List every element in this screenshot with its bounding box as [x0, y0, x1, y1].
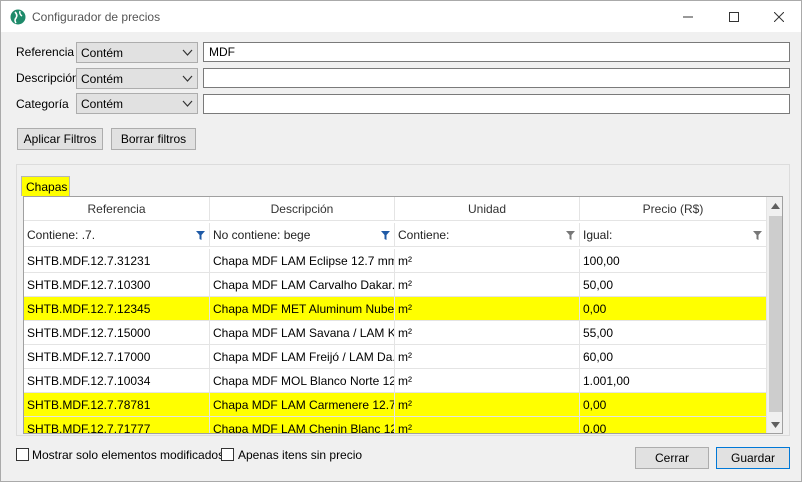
show-modified-only-checkbox[interactable] [16, 448, 29, 461]
cell-precio[interactable]: 100,00 [580, 249, 766, 272]
cell-precio[interactable]: 0,00 [580, 417, 766, 433]
scroll-down-arrow-icon [771, 421, 780, 428]
column-filter-unidad[interactable]: Contiene: [395, 223, 580, 246]
cell-descripcion[interactable]: Chapa MDF LAM Carmenere 12.7... [210, 393, 395, 416]
cell-precio[interactable]: 0,00 [580, 297, 766, 320]
cell-precio[interactable]: 0,00 [580, 393, 766, 416]
maximize-icon [729, 11, 739, 22]
cell-descripcion[interactable]: Chapa MDF LAM Chenin Blanc 12... [210, 417, 395, 433]
filter-operator-descripcion[interactable]: Contém [76, 68, 198, 89]
cell-referencia[interactable]: SHTB.MDF.12.7.31231 [24, 249, 210, 272]
cell-referencia[interactable]: SHTB.MDF.12.7.10034 [24, 369, 210, 392]
column-filter-referencia[interactable]: Contiene: .7. [24, 223, 210, 246]
table-row[interactable]: SHTB.MDF.12.7.17000 Chapa MDF LAM Freijó … [24, 345, 766, 369]
table-row[interactable]: SHTB.MDF.12.7.71777 Chapa MDF LAM Chenin … [24, 417, 766, 433]
cell-unidad[interactable]: m² [395, 417, 580, 433]
chevron-down-icon [182, 75, 193, 82]
grid-header-row: Referencia Descripción Unidad Precio (R$… [24, 197, 766, 221]
table-row[interactable]: SHTB.MDF.12.7.15000 Chapa MDF LAM Savana … [24, 321, 766, 345]
cell-unidad[interactable]: m² [395, 273, 580, 296]
cell-referencia[interactable]: SHTB.MDF.12.7.10300 [24, 273, 210, 296]
column-filter-descripcion[interactable]: No contiene: bege [210, 223, 395, 246]
cell-precio[interactable]: 55,00 [580, 321, 766, 344]
cell-referencia[interactable]: SHTB.MDF.12.7.78781 [24, 393, 210, 416]
table-row[interactable]: SHTB.MDF.12.7.78781 Chapa MDF LAM Carmene… [24, 393, 766, 417]
price-grid: Referencia Descripción Unidad Precio (R$… [23, 196, 783, 434]
cell-referencia[interactable]: SHTB.MDF.12.7.15000 [24, 321, 210, 344]
tab-chapas[interactable]: Chapas [21, 176, 70, 196]
filter-funnel-icon[interactable] [196, 231, 205, 240]
column-header-precio[interactable]: Precio (R$) [580, 197, 766, 220]
table-row[interactable]: SHTB.MDF.12.7.10300 Chapa MDF LAM Carvalh… [24, 273, 766, 297]
filter-value-referencia[interactable] [203, 42, 790, 62]
cell-precio[interactable]: 60,00 [580, 345, 766, 368]
table-row[interactable]: SHTB.MDF.12.7.12345 Chapa MDF MET Aluminu… [24, 297, 766, 321]
column-filter-text: No contiene: bege [213, 228, 311, 242]
scroll-up-arrow-icon [771, 202, 780, 209]
cell-unidad[interactable]: m² [395, 297, 580, 320]
filter-funnel-icon[interactable] [381, 231, 390, 240]
column-header-referencia[interactable]: Referencia [24, 197, 210, 220]
table-row[interactable]: SHTB.MDF.12.7.10034 Chapa MDF MOL Blanco … [24, 369, 766, 393]
column-filter-text: Contiene: [398, 228, 450, 242]
show-modified-only-label: Mostrar solo elementos modificados [32, 448, 225, 462]
chevron-down-icon [182, 100, 193, 107]
table-row[interactable]: SHTB.MDF.12.7.31231 Chapa MDF LAM Eclipse… [24, 249, 766, 273]
cell-referencia[interactable]: SHTB.MDF.12.7.17000 [24, 345, 210, 368]
cell-referencia[interactable]: SHTB.MDF.12.7.71777 [24, 417, 210, 433]
column-filter-precio[interactable]: Igual: [580, 223, 766, 246]
filter-operator-categoria[interactable]: Contém [76, 93, 198, 114]
column-filter-text: Contiene: .7. [27, 228, 96, 242]
filter-value-categoria[interactable] [203, 94, 790, 114]
cell-unidad[interactable]: m² [395, 321, 580, 344]
cell-descripcion[interactable]: Chapa MDF LAM Eclipse 12.7 mm [210, 249, 395, 272]
maximize-button[interactable] [711, 1, 757, 32]
cell-descripcion[interactable]: Chapa MDF LAM Savana / LAM K... [210, 321, 395, 344]
minimize-icon [683, 16, 693, 17]
clear-filters-button[interactable]: Borrar filtros [111, 128, 196, 150]
column-header-unidad[interactable]: Unidad [395, 197, 580, 220]
filter-value-descripcion[interactable] [203, 68, 790, 88]
cell-referencia[interactable]: SHTB.MDF.12.7.12345 [24, 297, 210, 320]
filter-operator-referencia[interactable]: Contém [76, 42, 198, 63]
cell-precio[interactable]: 1.001,00 [580, 369, 766, 392]
save-button[interactable]: Guardar [716, 447, 790, 469]
column-header-descripcion[interactable]: Descripción [210, 197, 395, 220]
minimize-button[interactable] [665, 1, 711, 32]
price-configurator-window: Configurador de precios Referencia Conté… [0, 0, 802, 482]
grid-filter-row: Contiene: .7. No contiene: bege Contiene… [24, 223, 766, 247]
filter-operator-value: Contém [81, 46, 124, 60]
title-bar: Configurador de precios [1, 1, 801, 32]
chevron-down-icon [182, 49, 193, 56]
scrollbar-thumb[interactable] [769, 216, 782, 412]
close-button[interactable]: Cerrar [635, 447, 709, 469]
cell-unidad[interactable]: m² [395, 369, 580, 392]
cell-descripcion[interactable]: Chapa MDF LAM Carvalho Dakar... [210, 273, 395, 296]
close-window-button[interactable] [756, 1, 802, 32]
close-icon [774, 11, 784, 22]
cell-descripcion[interactable]: Chapa MDF LAM Freijó / LAM Da... [210, 345, 395, 368]
app-globe-icon [10, 9, 26, 25]
no-price-only-checkbox[interactable] [221, 448, 234, 461]
cell-unidad[interactable]: m² [395, 249, 580, 272]
no-price-only-label: Apenas itens sin precio [238, 448, 363, 462]
filter-operator-value: Contém [81, 97, 124, 111]
filter-label-categoria: Categoría [16, 97, 69, 111]
filter-label-descripcion: Descripción [16, 71, 79, 85]
column-filter-text: Igual: [583, 228, 613, 242]
window-title: Configurador de precios [32, 10, 161, 24]
filter-operator-value: Contém [81, 72, 124, 86]
cell-unidad[interactable]: m² [395, 345, 580, 368]
cell-descripcion[interactable]: Chapa MDF MOL Blanco Norte 12... [210, 369, 395, 392]
apply-filters-button[interactable]: Aplicar Filtros [17, 128, 103, 150]
filter-funnel-icon[interactable] [753, 231, 762, 240]
vertical-scrollbar[interactable] [766, 197, 782, 433]
cell-precio[interactable]: 50,00 [580, 273, 766, 296]
filter-label-referencia: Referencia [16, 45, 75, 59]
filter-funnel-icon[interactable] [566, 231, 575, 240]
scroll-down-button[interactable] [767, 416, 782, 433]
scroll-up-button[interactable] [767, 197, 782, 214]
cell-descripcion[interactable]: Chapa MDF MET Aluminum Nube... [210, 297, 395, 320]
cell-unidad[interactable]: m² [395, 393, 580, 416]
